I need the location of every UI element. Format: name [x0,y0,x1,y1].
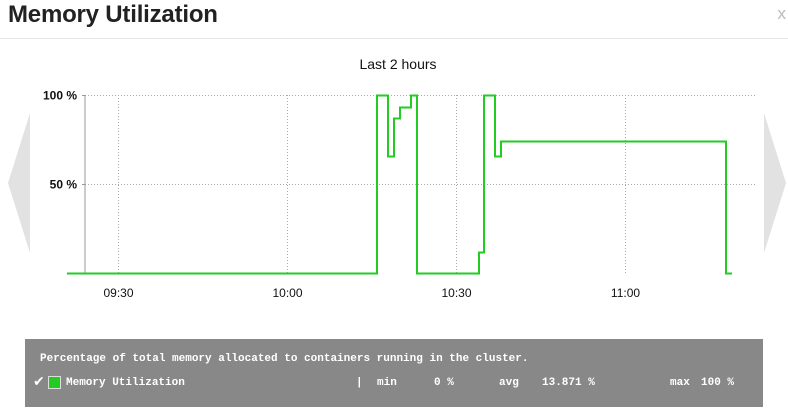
legend-min-label: min [377,377,397,389]
chart-axes: 100 % 50 % 09:30 10:00 10:30 11:00 [43,89,640,301]
close-icon[interactable]: x [778,4,787,24]
legend-avg-label: avg [499,377,519,389]
chart-canvas: Last 2 hours 100 % 50 % 09:30 10:00 10:30 11:… [43,56,755,301]
memory-chart: Last 2 hours 100 % 50 % 09:30 10:00 10:30 11:… [0,40,788,310]
legend-separator: | [356,377,363,389]
legend-max-value: 100 % [701,377,735,389]
x-tick-label: 10:00 [272,286,302,300]
x-tick-label: 09:30 [103,286,133,300]
chart-grid [85,95,755,273]
chart-title: Last 2 hours [359,56,436,72]
x-tick-label: 11:00 [611,286,640,300]
legend-series-row[interactable]: ✔ Memory Utilization | min 0 % avg 13.87… [25,374,763,393]
legend-series-label: Memory Utilization [66,377,185,389]
window-header: Memory Utilization x [0,0,788,39]
window-title: Memory Utilization [8,1,218,28]
y-tick-label: 50 % [50,178,78,192]
legend-min-value: 0 % [434,377,454,389]
legend-description: Percentage of total memory allocated to … [40,353,529,365]
legend-avg-value: 13.871 % [542,377,595,389]
legend-panel: Percentage of total memory allocated to … [25,339,763,407]
check-icon[interactable]: ✔ [33,374,45,390]
series-color-swatch [48,376,61,389]
legend-max-label: max [670,377,690,389]
x-tick-label: 10:30 [441,286,471,300]
y-tick-label: 100 % [43,89,77,103]
